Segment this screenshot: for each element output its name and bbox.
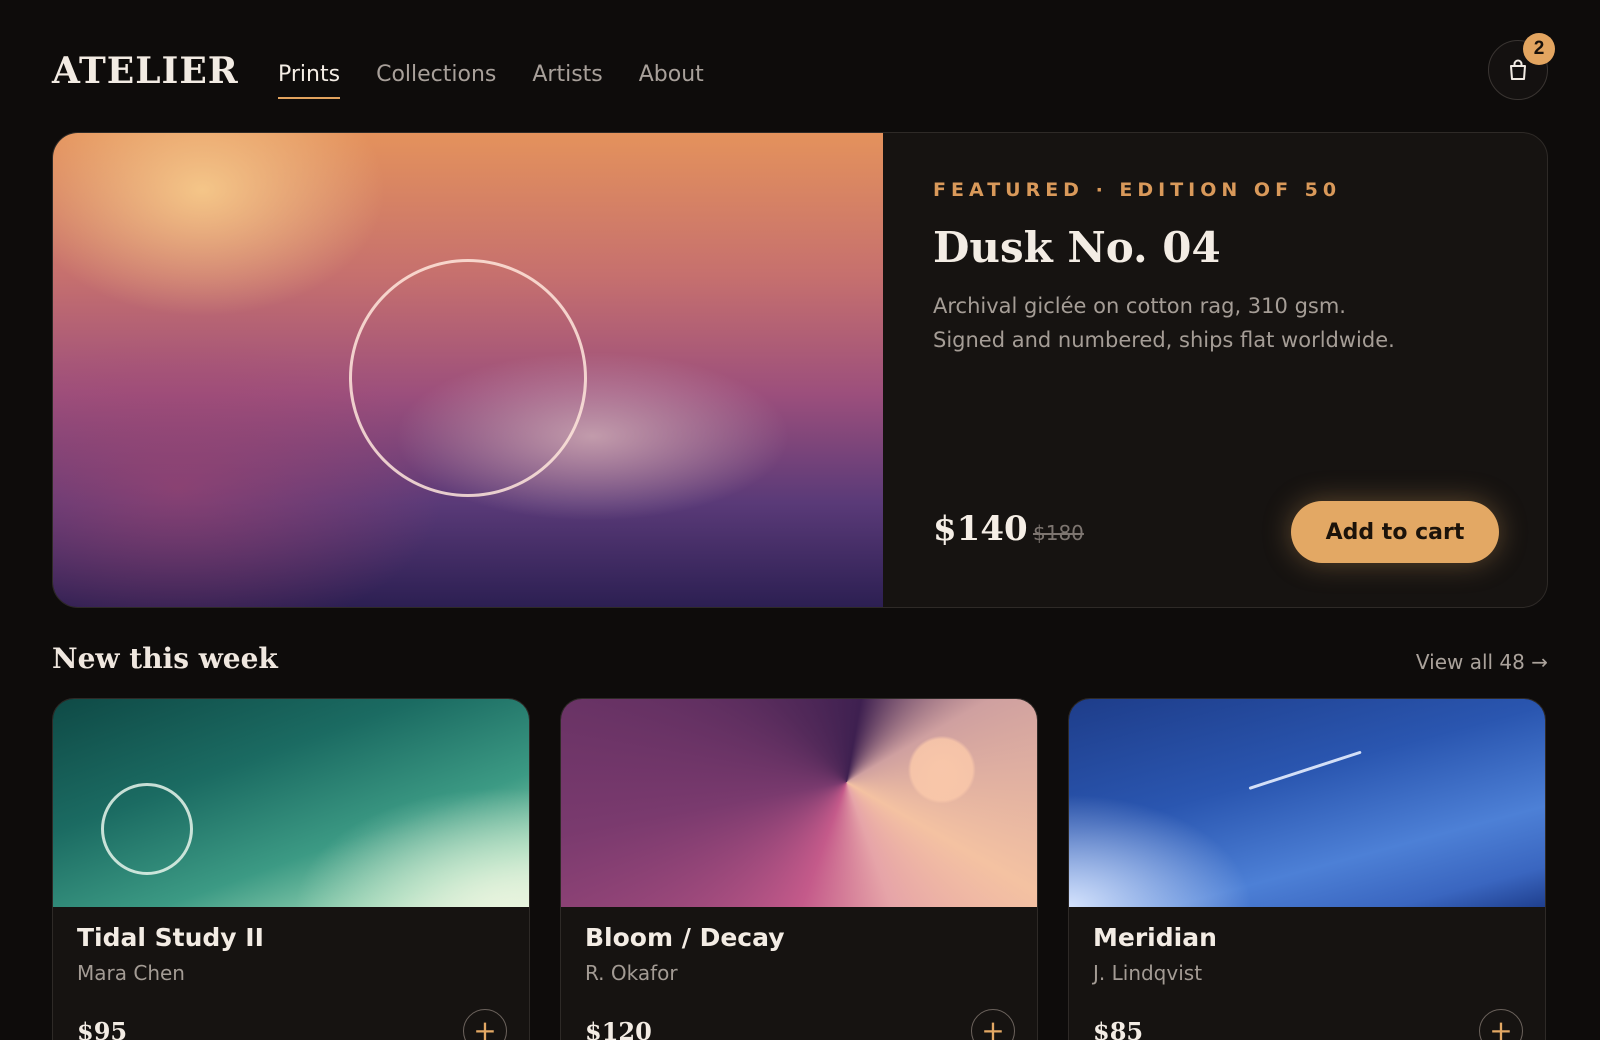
product-artist: Mara Chen [77,961,185,985]
product-price: $95 [77,1017,128,1040]
product-title: Meridian [1093,923,1217,952]
nav-item-prints[interactable]: Prints [278,62,341,99]
hero-description: Archival giclée on cotton rag, 310 gsm. … [933,294,1395,352]
site-header: ATELIER Prints Collections Artists About… [52,33,1555,100]
product-artwork[interactable] [53,699,529,907]
cart-count-badge: 2 [1523,33,1555,65]
main-nav: Prints Collections Artists About [278,62,704,99]
view-all-link[interactable]: View all 48 → [1416,650,1548,674]
product-card[interactable]: Meridian J. Lindqvist $85 + [1068,698,1546,1040]
nav-item-about[interactable]: About [639,62,704,99]
section-title: New this week [52,642,278,675]
hero-artwork[interactable] [53,133,883,607]
product-price: $120 [585,1017,652,1040]
product-artwork[interactable] [561,699,1037,907]
storefront-page: ATELIER Prints Collections Artists About… [0,0,1600,1040]
featured-hero: FEATURED · EDITION OF 50 Dusk No. 04 Arc… [52,132,1548,608]
product-artwork[interactable] [1069,699,1545,907]
add-product-button[interactable]: + [971,1009,1015,1040]
hero-artwork-circle [349,259,587,497]
nav-item-artists[interactable]: Artists [532,62,602,99]
shopping-bag-icon [1510,59,1526,80]
hero-title: Dusk No. 04 [933,223,1221,272]
artwork-circle [101,783,193,875]
add-product-button[interactable]: + [1479,1009,1523,1040]
product-artist: R. Okafor [585,961,678,985]
brand-logo[interactable]: ATELIER [52,50,239,92]
artwork-line [1248,750,1362,790]
hero-info: FEATURED · EDITION OF 50 Dusk No. 04 Arc… [933,133,1547,607]
product-price: $85 [1093,1017,1144,1040]
product-artist: J. Lindqvist [1093,961,1203,985]
product-card[interactable]: Bloom / Decay R. Okafor $120 + [560,698,1038,1040]
product-title: Bloom / Decay [585,923,785,952]
hero-eyebrow: FEATURED · EDITION OF 50 [933,179,1342,201]
add-to-cart-button[interactable]: Add to cart [1291,501,1499,563]
product-card[interactable]: Tidal Study II Mara Chen $95 + [52,698,530,1040]
product-grid: Tidal Study II Mara Chen $95 + Bloom / D… [52,698,1548,1040]
add-product-button[interactable]: + [463,1009,507,1040]
cart-button[interactable]: 2 [1488,33,1555,100]
hero-price: $140 [933,509,1028,549]
product-title: Tidal Study II [77,923,264,952]
nav-item-collections[interactable]: Collections [376,62,496,99]
hero-old-price: $180 [1033,521,1084,545]
